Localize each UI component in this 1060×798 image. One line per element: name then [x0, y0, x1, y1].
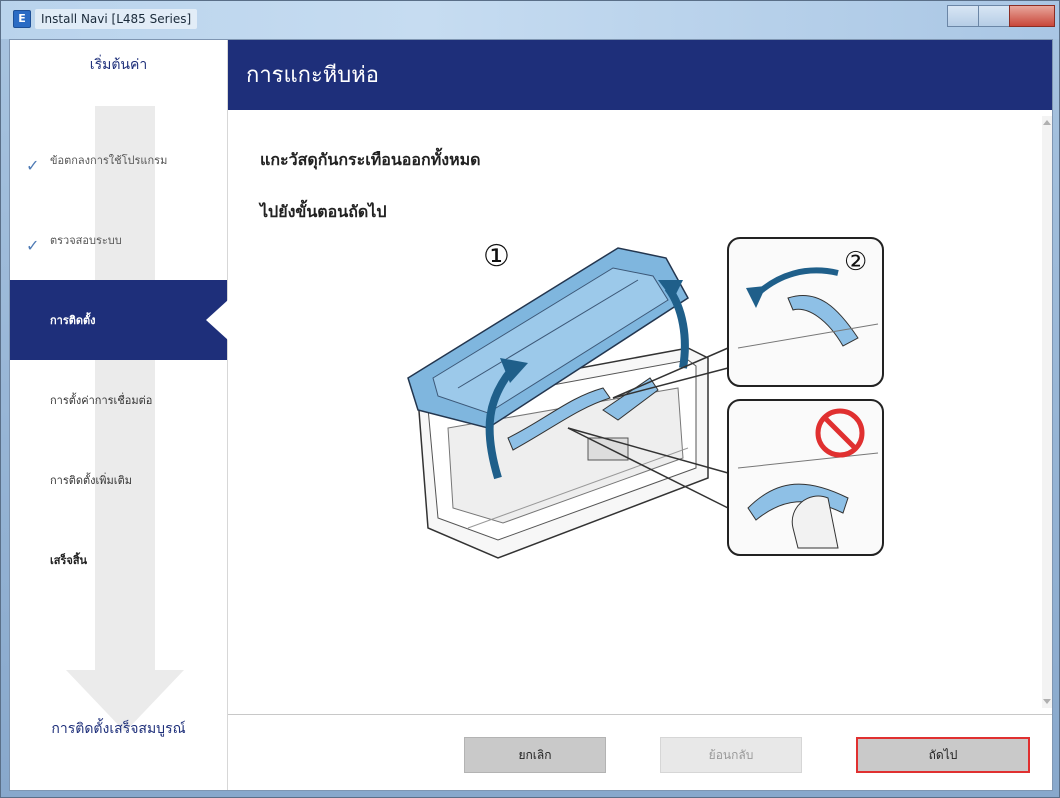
step-label: การตั้งค่าการเชื่อมต่อ	[50, 394, 153, 407]
close-button[interactable]	[1009, 5, 1055, 27]
step-system-check: ✓ ตรวจสอบระบบ	[10, 200, 227, 280]
step-one-marker: ①	[483, 239, 510, 274]
next-button[interactable]: ถัดไป	[856, 737, 1030, 773]
button-bar: ยกเลิก ย้อนกลับ ถัดไป	[228, 715, 1052, 790]
page-header: การแกะหีบห่อ	[228, 40, 1052, 110]
step-installation: การติดตั้ง	[10, 280, 228, 360]
step-additional-install: การติดตั้งเพิ่มเติม	[10, 440, 227, 520]
unpacking-illustration: ① ②	[407, 237, 884, 559]
inset-remove-tape: ②	[727, 237, 884, 387]
step-label: การติดตั้งเพิ่มเติม	[50, 474, 132, 487]
step-label: การติดตั้ง	[50, 314, 96, 327]
checkmark-icon: ✓	[26, 156, 40, 175]
sidebar-header: เริ่มต้นค่า	[89, 57, 148, 73]
maximize-button[interactable]	[978, 5, 1010, 27]
instruction-remove-packing: แกะวัสดุกันกระเทือนออกทั้งหมด	[260, 150, 481, 169]
step-connection-setup: การตั้งค่าการเชื่อมต่อ	[10, 360, 227, 440]
page-title: การแกะหีบห่อ	[246, 63, 379, 88]
title-bar[interactable]: E Install Navi [L485 Series]	[1, 1, 1059, 39]
step-two-marker: ②	[844, 247, 867, 277]
progress-sidebar: เริ่มต้นค่า ✓ ข้อตกลงการใช้โปรแกรม ✓ ตรว…	[10, 40, 228, 790]
content-area: แกะวัสดุกันกระเทือนออกทั้งหมด ไปยังขั้นต…	[228, 110, 1052, 714]
sidebar-footer: การติดตั้งเสร็จสมบูรณ์	[51, 721, 186, 737]
back-button[interactable]: ย้อนกลับ	[660, 737, 802, 773]
step-finish: เสร็จสิ้น	[10, 520, 227, 600]
checkmark-icon: ✓	[26, 236, 40, 255]
step-label: ข้อตกลงการใช้โปรแกรม	[50, 154, 168, 167]
content-scrollbar[interactable]	[1042, 116, 1052, 708]
scroll-up-icon[interactable]	[1043, 120, 1051, 125]
window-title: Install Navi [L485 Series]	[35, 9, 198, 29]
window-controls	[947, 5, 1055, 27]
inset-do-not-remove	[727, 399, 884, 556]
step-list: ✓ ข้อตกลงการใช้โปรแกรม ✓ ตรวจสอบระบบ การ…	[10, 120, 228, 600]
scroll-down-icon[interactable]	[1043, 699, 1051, 704]
cancel-button[interactable]: ยกเลิก	[464, 737, 606, 773]
instruction-next-step: ไปยังขั้นตอนถัดไป	[260, 202, 387, 221]
step-label: เสร็จสิ้น	[50, 554, 88, 567]
step-license-agreement: ✓ ข้อตกลงการใช้โปรแกรม	[10, 120, 227, 200]
installer-window: E Install Navi [L485 Series] เริ่มต้นค่า…	[0, 0, 1060, 798]
minimize-button[interactable]	[947, 5, 979, 27]
step-label: ตรวจสอบระบบ	[50, 234, 122, 247]
client-area: เริ่มต้นค่า ✓ ข้อตกลงการใช้โปรแกรม ✓ ตรว…	[9, 39, 1053, 791]
app-icon: E	[13, 10, 31, 28]
